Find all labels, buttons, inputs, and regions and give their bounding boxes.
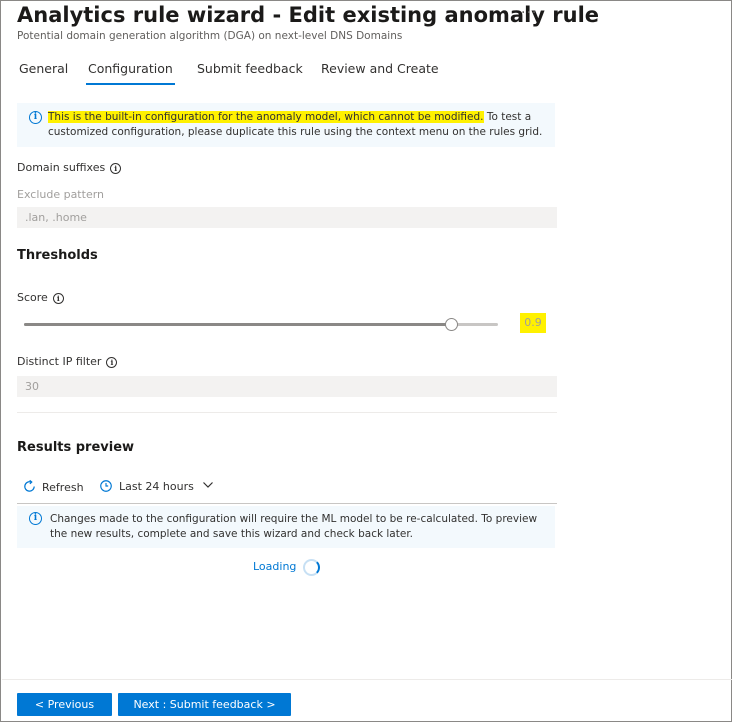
score-slider-fill [24,323,451,326]
notice-line-1: This is the built-in configuration for t… [48,110,531,125]
score-slider[interactable] [24,318,498,331]
score-value: 0.9 [520,313,546,333]
score-slider-thumb[interactable] [444,318,458,331]
score-label-text: Score [17,291,48,304]
notice-highlight: This is the built-in configuration for t… [48,111,484,123]
section-divider [17,412,557,413]
time-range-label: Last 24 hours [119,480,194,493]
notice-line-2: customized configuration, please duplica… [48,126,543,138]
time-range-dropdown[interactable]: Last 24 hours [99,479,214,493]
refresh-button[interactable]: Refresh [22,479,84,494]
recalc-notice-line-1: Changes made to the configuration will r… [50,513,538,525]
info-icon: i [29,512,42,525]
info-icon[interactable]: i [110,163,122,174]
loading-label: Loading [253,560,297,573]
recalculation-notice: i Changes made to the configuration will… [17,506,555,548]
thresholds-heading: Thresholds [17,248,98,263]
page-subtitle: Potential domain generation algorithm (D… [17,30,403,42]
clock-icon [100,480,112,492]
builtin-config-notice: i This is the built-in configuration for… [17,103,555,147]
tab-configuration[interactable]: Configuration [86,61,175,85]
chevron-down-icon [203,482,214,488]
footer-divider [2,679,732,680]
wizard-panel: Analytics rule wizard - Edit existing an… [0,0,732,722]
info-icon[interactable]: i [106,357,118,368]
tab-general[interactable]: General [19,61,68,76]
exclude-pattern-input[interactable]: .lan, .home [17,207,557,228]
score-label: Score i [17,291,64,304]
results-preview-heading: Results preview [17,440,135,455]
distinct-ip-filter-input[interactable]: 30 [17,376,557,397]
domain-suffixes-text: Domain suffixes [17,161,106,174]
recalc-notice-line-2: the new results, complete and save this … [50,528,414,540]
distinct-ip-filter-label: Distinct IP filter i [17,355,118,368]
info-icon[interactable]: i [52,293,64,304]
page-title: Analytics rule wizard - Edit existing an… [17,3,600,27]
tab-review-and-create[interactable]: Review and Create [321,61,439,76]
notice-rest: To test a [483,111,532,123]
tab-submit-feedback[interactable]: Submit feedback [197,61,303,76]
previous-button[interactable]: < Previous [17,693,112,716]
loading-spinner-icon [303,559,320,576]
info-icon: i [29,111,42,124]
domain-suffixes-label: Domain suffixes i [17,161,122,174]
refresh-label: Refresh [42,481,84,494]
next-submit-feedback-button[interactable]: Next : Submit feedback > [118,693,291,716]
more-options-button[interactable]: ··· [521,5,537,21]
exclude-pattern-label: Exclude pattern [17,188,105,201]
distinct-ip-filter-text: Distinct IP filter [17,355,102,368]
toolbar-divider [17,503,557,504]
refresh-icon [24,479,35,492]
